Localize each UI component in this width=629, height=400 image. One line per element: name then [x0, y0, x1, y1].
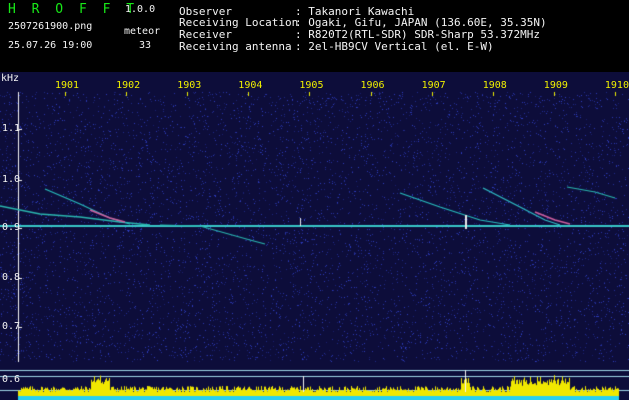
freq-tick-label: 0.7 — [2, 321, 21, 332]
antenna-value: : 2el-HB9CV Vertical (el. E-W) — [295, 40, 494, 53]
app-version: 1.0.0 — [125, 4, 156, 15]
time-tick-label: 1901 — [55, 80, 80, 91]
meteor-label: meteor — [124, 26, 161, 37]
time-tick-label: 1907 — [421, 80, 446, 91]
freq-tick-label: 0.8 — [2, 272, 21, 283]
time-tick-label: 1904 — [238, 80, 263, 91]
freq-tick-label-lower: 0.6 — [2, 374, 21, 385]
time-tick-label: 1903 — [177, 80, 202, 91]
time-tick-label: 1905 — [299, 80, 324, 91]
time-tick-label: 1908 — [482, 80, 507, 91]
freq-tick-label: 1.1 — [2, 123, 21, 134]
receiver-label: Receiver — [179, 28, 232, 41]
file-name: 2507261900.png — [8, 21, 93, 32]
time-tick-label: 1902 — [116, 80, 141, 91]
freq-tick-label: 1.0 — [2, 174, 21, 185]
header-panel: H R O F F T 1.0.0 2507261900.png meteor … — [0, 0, 629, 72]
unit-label: kHz — [1, 73, 20, 84]
location-value: : Ogaki, Gifu, JAPAN (136.60E, 35.35N) — [295, 16, 547, 29]
time-tick-label: 1909 — [543, 80, 568, 91]
app-title: H R O F F T — [8, 2, 139, 17]
time-tick-label: 1910 — [604, 80, 629, 91]
spectrogram-overlay: kHz 1901 1902 1903 1904 1905 1906 1907 1908 1909… — [0, 72, 629, 400]
meteor-count: 33 — [139, 40, 152, 51]
antenna-label: Receiving antenna — [179, 40, 292, 53]
date-time: 25.07.26 19:00 — [8, 40, 93, 51]
receiver-value: : R820T2(RTL-SDR) SDR-Sharp 53.372MHz — [295, 28, 541, 41]
time-tick-label: 1906 — [360, 80, 385, 91]
freq-tick-label: 0.9 — [2, 222, 21, 233]
location-label: Receiving Location — [179, 16, 299, 29]
